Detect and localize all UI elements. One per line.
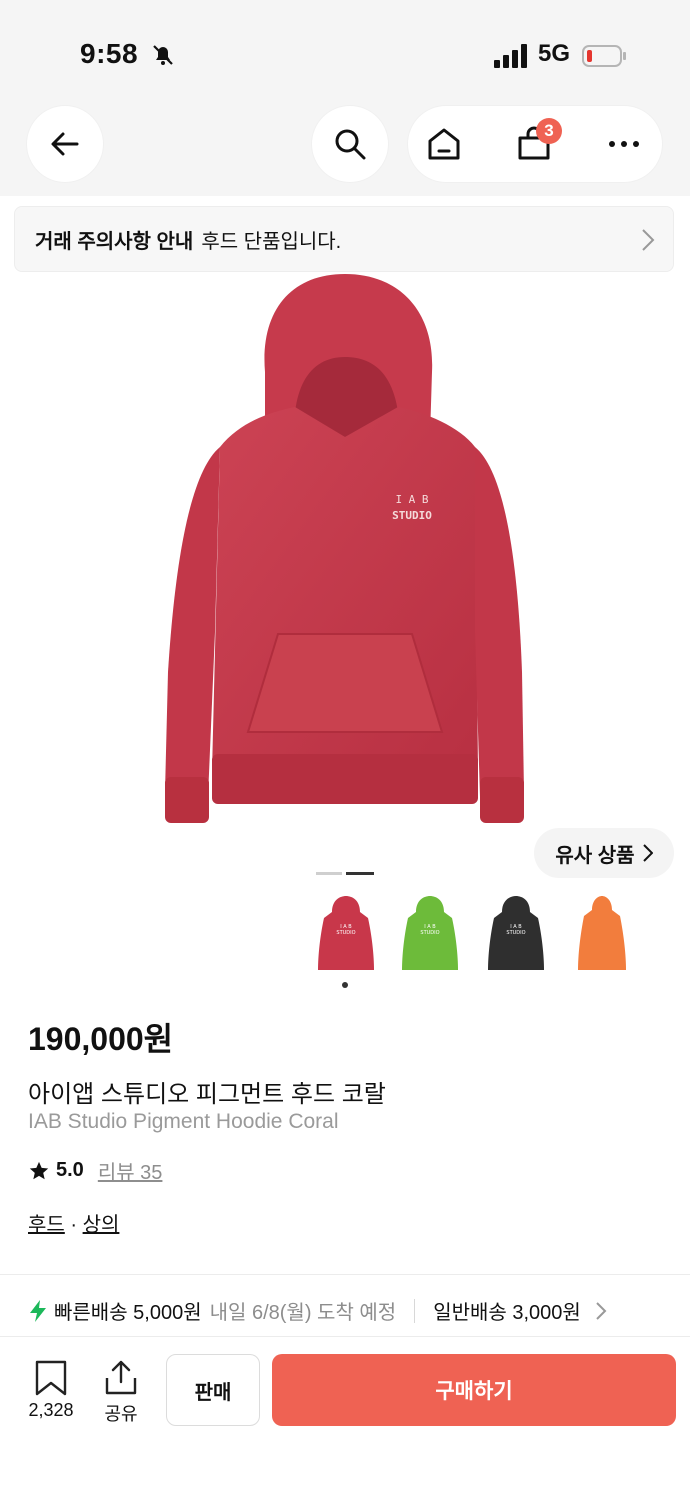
svg-text:STUDIO: STUDIO <box>506 930 525 936</box>
category-breadcrumb: 후드 · 상의 <box>28 1208 119 1237</box>
product-price: 190,000원 <box>28 1021 174 1057</box>
review-link[interactable]: 리뷰 35 <box>98 1156 163 1185</box>
home-button[interactable] <box>424 124 464 164</box>
product-name-korean: 아이앱 스튜디오 피그먼트 후드 코랄 <box>28 1081 386 1108</box>
silent-bell-icon <box>153 45 173 65</box>
chevron-right-icon <box>642 229 655 251</box>
category-separator: · <box>64 1214 83 1236</box>
shipping-info[interactable]: 빠른배송 5,000원 내일 6/8(월) 도착 예정 일반배송 3,000원 <box>28 1296 607 1325</box>
share-button[interactable]: 공유 <box>96 1360 146 1426</box>
category-link-tops[interactable]: 상의 <box>83 1214 120 1236</box>
image-indicator-active <box>346 872 374 875</box>
save-button[interactable]: 2,328 <box>22 1360 80 1421</box>
signal-icon <box>494 44 527 68</box>
arrow-left-icon <box>51 132 79 156</box>
similar-products-button[interactable]: 유사 상품 <box>534 828 674 878</box>
search-icon <box>335 129 366 160</box>
network-type: 5G <box>538 40 571 67</box>
fast-shipping-eta: 내일 6/8(월) 도착 예정 <box>209 1302 397 1324</box>
more-button[interactable] <box>604 124 644 164</box>
color-thumbnail-green[interactable]: I A B STUDIO <box>398 896 462 976</box>
rating-row: 5.0 리뷰 35 <box>28 1156 162 1185</box>
thumbnail-selected-dot <box>342 982 348 988</box>
clock: 9:58 <box>80 38 139 69</box>
cart-button[interactable]: 3 <box>514 118 562 164</box>
home-icon <box>428 128 460 160</box>
color-thumbnail-black[interactable]: I A B STUDIO <box>484 896 548 976</box>
rating-score: 5.0 <box>56 1159 84 1181</box>
color-thumbnail-orange[interactable] <box>570 896 634 976</box>
svg-text:STUDIO: STUDIO <box>336 930 355 936</box>
bookmark-icon <box>35 1360 67 1396</box>
image-indicator-inactive <box>316 872 342 875</box>
chevron-right-icon <box>596 1301 607 1320</box>
product-main-image[interactable]: I A B STUDIO <box>160 272 530 828</box>
star-icon <box>29 1161 49 1179</box>
divider <box>0 1336 690 1337</box>
share-label: 공유 <box>104 1404 138 1424</box>
normal-shipping-label: 일반배송 3,000원 <box>433 1302 581 1324</box>
share-icon <box>105 1360 137 1395</box>
battery-icon <box>582 45 626 67</box>
back-button[interactable] <box>27 106 103 182</box>
more-dots-icon <box>609 141 639 147</box>
fast-shipping-label: 빠른배송 5,000원 <box>54 1302 202 1324</box>
cart-count-badge: 3 <box>536 118 562 144</box>
saved-count: 2,328 <box>28 1400 74 1420</box>
color-thumbnail-coral[interactable]: I A B STUDIO <box>314 896 378 976</box>
notice-text: 후드 단품입니다. <box>201 230 342 253</box>
sell-button[interactable]: 판매 <box>166 1354 260 1426</box>
product-name-english: IAB Studio Pigment Hoodie Coral <box>28 1110 339 1133</box>
nav-actions-group: 3 <box>408 106 662 182</box>
hoodie-logo-line1: I A B <box>395 493 428 506</box>
notice-title: 거래 주의사항 안내 <box>35 230 194 253</box>
similar-products-label: 유사 상품 <box>555 844 635 867</box>
hoodie-logo-line2: STUDIO <box>392 509 432 522</box>
search-button[interactable] <box>312 106 388 182</box>
buy-button[interactable]: 구매하기 <box>272 1354 676 1426</box>
top-nav: 3 <box>0 100 690 196</box>
divider <box>0 1274 690 1275</box>
svg-text:STUDIO: STUDIO <box>420 930 439 936</box>
lightning-icon <box>30 1299 46 1322</box>
trade-notice-banner[interactable]: 거래 주의사항 안내 후드 단품입니다. <box>14 206 674 272</box>
chevron-right-icon <box>642 844 653 862</box>
shipping-separator <box>414 1298 416 1323</box>
category-link-hoodie[interactable]: 후드 <box>28 1214 65 1236</box>
